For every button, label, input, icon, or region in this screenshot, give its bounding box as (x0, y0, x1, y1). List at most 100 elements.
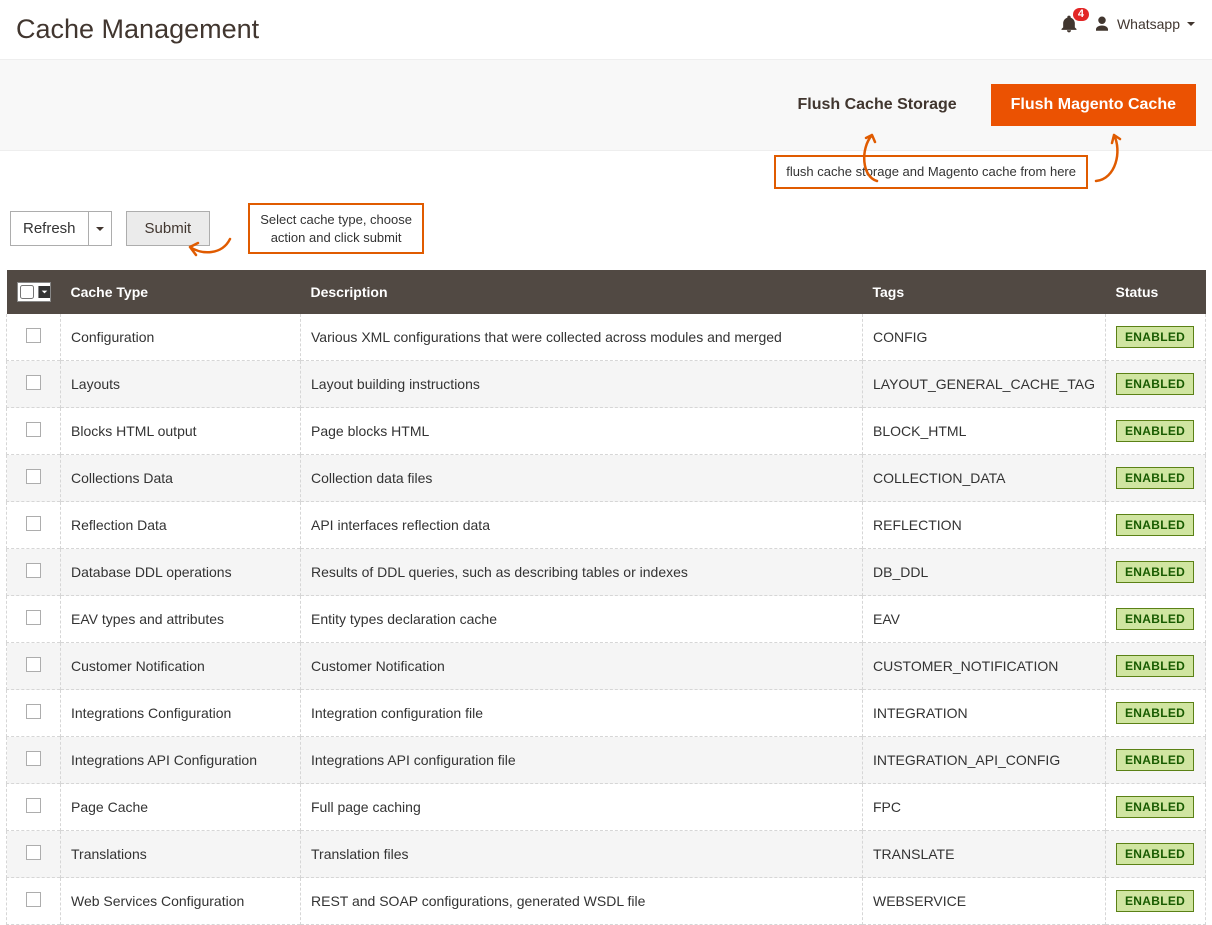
user-icon (1093, 15, 1111, 33)
status-badge: ENABLED (1116, 467, 1194, 489)
cell-description: Entity types declaration cache (301, 596, 863, 643)
row-checkbox[interactable] (26, 751, 41, 766)
table-row: Customer NotificationCustomer Notificati… (7, 643, 1206, 690)
table-row: EAV types and attributesEntity types dec… (7, 596, 1206, 643)
row-checkbox[interactable] (26, 516, 41, 531)
row-checkbox[interactable] (26, 892, 41, 907)
row-checkbox[interactable] (26, 328, 41, 343)
table-row: Database DDL operationsResults of DDL qu… (7, 549, 1206, 596)
cell-cache-type: Customer Notification (61, 643, 301, 690)
row-checkbox[interactable] (26, 845, 41, 860)
cell-description: Integrations API configuration file (301, 737, 863, 784)
table-row: Integrations API ConfigurationIntegratio… (7, 737, 1206, 784)
row-checkbox[interactable] (26, 657, 41, 672)
notifications-button[interactable]: 4 (1059, 14, 1079, 34)
table-row: Page CacheFull page cachingFPC ENABLED (7, 784, 1206, 831)
status-badge: ENABLED (1116, 420, 1194, 442)
table-row: TranslationsTranslation filesTRANSLATEEN… (7, 831, 1206, 878)
status-badge: ENABLED (1116, 796, 1194, 818)
row-checkbox[interactable] (26, 375, 41, 390)
cell-description: Various XML configurations that were col… (301, 314, 863, 361)
row-checkbox[interactable] (26, 422, 41, 437)
cell-description: Full page caching (301, 784, 863, 831)
cell-tags: EAV (863, 596, 1106, 643)
table-row: Reflection DataAPI interfaces reflection… (7, 502, 1206, 549)
flush-cache-storage-button[interactable]: Flush Cache Storage (777, 84, 976, 126)
cell-tags: FPC (863, 784, 1106, 831)
cell-tags: CUSTOMER_NOTIFICATION (863, 643, 1106, 690)
cell-cache-type: Page Cache (61, 784, 301, 831)
cell-cache-type: Collections Data (61, 455, 301, 502)
status-badge: ENABLED (1116, 890, 1194, 912)
table-row: Web Services ConfigurationREST and SOAP … (7, 878, 1206, 925)
row-checkbox[interactable] (26, 798, 41, 813)
table-row: Blocks HTML outputPage blocks HTMLBLOCK_… (7, 408, 1206, 455)
cell-tags: INTEGRATION_API_CONFIG (863, 737, 1106, 784)
row-checkbox[interactable] (26, 610, 41, 625)
table-row: LayoutsLayout building instructionsLAYOU… (7, 361, 1206, 408)
cell-description: Integration configuration file (301, 690, 863, 737)
cell-tags: DB_DDL (863, 549, 1106, 596)
user-menu[interactable]: Whatsapp (1093, 15, 1196, 33)
cell-description: Translation files (301, 831, 863, 878)
cell-tags: INTEGRATION (863, 690, 1106, 737)
status-badge: ENABLED (1116, 655, 1194, 677)
cache-table: Cache Type Description Tags Status Confi… (6, 270, 1206, 925)
cell-cache-type: EAV types and attributes (61, 596, 301, 643)
cell-description: REST and SOAP configurations, generated … (301, 878, 863, 925)
row-checkbox[interactable] (26, 704, 41, 719)
status-badge: ENABLED (1116, 843, 1194, 865)
status-badge: ENABLED (1116, 514, 1194, 536)
status-badge: ENABLED (1116, 373, 1194, 395)
cell-cache-type: Reflection Data (61, 502, 301, 549)
header-description[interactable]: Description (301, 270, 863, 314)
page-title: Cache Management (16, 14, 259, 45)
username-label: Whatsapp (1117, 16, 1180, 32)
cell-cache-type: Integrations Configuration (61, 690, 301, 737)
cell-cache-type: Blocks HTML output (61, 408, 301, 455)
cell-tags: LAYOUT_GENERAL_CACHE_TAG (863, 361, 1106, 408)
cell-description: API interfaces reflection data (301, 502, 863, 549)
header-tags[interactable]: Tags (863, 270, 1106, 314)
cell-description: Customer Notification (301, 643, 863, 690)
cell-cache-type: Layouts (61, 361, 301, 408)
cell-cache-type: Web Services Configuration (61, 878, 301, 925)
row-checkbox[interactable] (26, 469, 41, 484)
select-all-checkbox[interactable] (17, 282, 51, 302)
cell-tags: TRANSLATE (863, 831, 1106, 878)
notif-badge: 4 (1073, 8, 1089, 21)
status-badge: ENABLED (1116, 702, 1194, 724)
chevron-down-icon (38, 286, 50, 298)
status-badge: ENABLED (1116, 561, 1194, 583)
cell-description: Page blocks HTML (301, 408, 863, 455)
table-row: Integrations ConfigurationIntegration co… (7, 690, 1206, 737)
cell-cache-type: Integrations API Configuration (61, 737, 301, 784)
chevron-down-icon (1186, 19, 1196, 29)
mass-action-select[interactable]: Refresh (10, 211, 112, 246)
cell-tags: BLOCK_HTML (863, 408, 1106, 455)
cell-tags: CONFIG (863, 314, 1106, 361)
chevron-down-icon (89, 212, 111, 245)
cell-description: Results of DDL queries, such as describi… (301, 549, 863, 596)
header-status[interactable]: Status (1106, 270, 1206, 314)
status-badge: ENABLED (1116, 749, 1194, 771)
cell-tags: COLLECTION_DATA (863, 455, 1106, 502)
mass-action-label: Refresh (11, 212, 89, 245)
select-all-input[interactable] (20, 285, 34, 299)
table-row: ConfigurationVarious XML configurations … (7, 314, 1206, 361)
cell-tags: REFLECTION (863, 502, 1106, 549)
cell-tags: WEBSERVICE (863, 878, 1106, 925)
submit-button[interactable]: Submit (126, 211, 211, 246)
action-bar: Flush Cache Storage Flush Magento Cache (0, 59, 1212, 151)
status-badge: ENABLED (1116, 326, 1194, 348)
header-cache-type[interactable]: Cache Type (61, 270, 301, 314)
flush-magento-cache-button[interactable]: Flush Magento Cache (991, 84, 1196, 126)
cell-description: Collection data files (301, 455, 863, 502)
cell-cache-type: Database DDL operations (61, 549, 301, 596)
row-checkbox[interactable] (26, 563, 41, 578)
cell-cache-type: Configuration (61, 314, 301, 361)
submit-annotation: Select cache type, choose action and cli… (248, 203, 424, 254)
status-badge: ENABLED (1116, 608, 1194, 630)
cell-description: Layout building instructions (301, 361, 863, 408)
table-row: Collections DataCollection data filesCOL… (7, 455, 1206, 502)
